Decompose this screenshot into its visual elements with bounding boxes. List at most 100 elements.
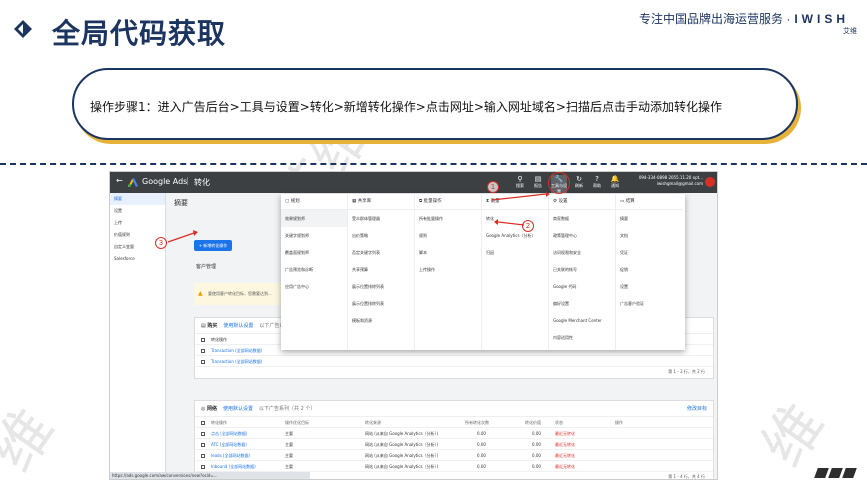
google-ads-logo-icon <box>128 178 138 187</box>
checkbox[interactable] <box>201 465 205 469</box>
menu-column-bulk-actions: ⧉ 批量操作 所有批量操作 规则 脚本 上传操作 <box>415 194 482 350</box>
back-arrow-icon[interactable]: ← <box>116 176 123 185</box>
account-info[interactable]: 094-334-0898 2055.11.20 opt... iwishgmail… <box>639 175 703 187</box>
summary-heading: 摘要 <box>174 199 188 207</box>
menu-header: ⚙ 设置 <box>549 194 615 210</box>
menu-item[interactable]: 内容适用性 <box>549 329 615 346</box>
sidebar-item-uploads[interactable]: 上传 <box>110 217 165 229</box>
default-settings-link[interactable]: 使用默认设置 <box>223 323 253 329</box>
ads-topbar: ← Google Ads | 转化 ⚲ 搜索 ▤ 报告 🔧 工具与设置 ↻ 刷新 ? 帮助… <box>110 172 717 195</box>
google-ads-screenshot: ← Google Ads | 转化 ⚲ 搜索 ▤ 报告 🔧 工具与设置 ↻ 刷新 ? 帮助… <box>109 171 718 480</box>
arrow-icon <box>494 219 524 226</box>
menu-item[interactable]: 商家数据 <box>549 210 615 227</box>
tools-settings-menu: ▢ 规划 效果规划师 关键字规划师 覆盖面规划师 广告预览和诊断 应用广告中心 … <box>281 194 685 350</box>
table-row[interactable]: ATC (全部网站数据) 主要 网站 (从来自 Google Analytics（分… <box>195 439 713 450</box>
menu-header: ⧉ 批量操作 <box>415 194 481 210</box>
menu-item[interactable]: 促销 <box>616 261 683 278</box>
checkbox[interactable] <box>201 349 205 353</box>
brand-prefix: 专注中国品牌出海运营服务 · <box>638 12 791 26</box>
menu-item[interactable]: 广告客户验证 <box>616 295 683 312</box>
menu-item[interactable]: 偏好设置 <box>549 295 615 312</box>
checkbox[interactable] <box>201 360 205 364</box>
watermark-text: 维 <box>0 396 68 484</box>
current-page-name: 转化 <box>194 178 210 187</box>
menu-item[interactable]: 摘要 <box>616 210 683 227</box>
status-url-bar: https://ads.google.com/aw/conversions/ne… <box>110 472 310 479</box>
pager: 第 1 - 2 行，共 2 行 <box>668 369 705 374</box>
table-row[interactable]: Inbound (全部网站数据) 主要 网站 (从来自 Google Analyti… <box>195 461 713 472</box>
menu-item[interactable]: 应用广告中心 <box>281 278 347 295</box>
menu-item[interactable]: 受众群体管理器 <box>348 210 414 227</box>
footer-decoration <box>814 468 857 478</box>
warning-icon: ▲ <box>198 290 203 297</box>
page-title: 全局代码获取 <box>52 17 227 50</box>
pager: 第 1 - 4 行，共 4 行 <box>668 474 705 479</box>
menu-item[interactable]: 效果规划师 <box>281 210 347 227</box>
menu-item[interactable]: 共享预算 <box>348 261 414 278</box>
ads-sidebar: 摘要 设置 上传 价值规则 自定义变量 Salesforce <box>110 193 166 479</box>
reports-icon[interactable]: ▤ 报告 <box>530 175 546 189</box>
menu-item[interactable]: 出价策略 <box>348 227 414 244</box>
menu-item[interactable]: 脚本 <box>415 244 481 261</box>
account-manager-link[interactable]: 客户管理 <box>196 263 216 270</box>
table-row[interactable]: Transaction (全部网站数据) <box>195 356 713 367</box>
menu-item[interactable]: 上传操作 <box>415 261 481 278</box>
arrow-icon <box>491 192 550 201</box>
menu-column-measurement: ⧗ 衡量 转化 Google Analytics（分析） 归因 <box>482 194 549 350</box>
menu-item[interactable]: 设置 <box>616 278 683 295</box>
diamond-arrow-icon <box>14 20 32 38</box>
menu-item[interactable]: 规则 <box>415 227 481 244</box>
menu-item[interactable]: 覆盖面规划师 <box>281 244 347 261</box>
menu-header: ▦ 共享库 <box>348 194 414 210</box>
menu-item[interactable]: Google Analytics（分析） <box>482 227 548 244</box>
menu-item[interactable]: 广告预览和诊断 <box>281 261 347 278</box>
brand-sub: 艾维 <box>843 27 857 35</box>
menu-item[interactable]: 模板和资源 <box>348 312 414 329</box>
menu-item[interactable]: 否定关键字列表 <box>348 244 414 261</box>
web-card: ◎ 网络 使用默认设置 以下广告系列（共 2 个） 修改目标 转化操作 操作优化目标 … <box>194 400 714 479</box>
card-header: ◎ 网络 使用默认设置 以下广告系列（共 2 个） 修改目标 <box>195 401 713 417</box>
edit-goal-link[interactable]: 修改目标 <box>687 405 707 412</box>
help-icon[interactable]: ? 帮助 <box>589 175 605 189</box>
sidebar-item-salesforce[interactable]: Salesforce <box>110 253 165 264</box>
dashed-divider <box>0 163 867 165</box>
table-row[interactable]: leads (全部网站数据) 主要 网站 (从来自 Google Analytics… <box>195 450 713 461</box>
checkbox[interactable] <box>201 443 205 447</box>
sidebar-item-settings[interactable]: 设置 <box>110 205 165 217</box>
menu-column-setup: ⚙ 设置 商家数据 政策管理中心 访问权限和安全 已关联的帐号 Google 代… <box>549 194 616 350</box>
watermark-text: 维 <box>748 391 838 479</box>
product-name: Google Ads <box>142 177 188 186</box>
menu-header: ▢ 规划 <box>281 194 347 210</box>
default-settings-link[interactable]: 使用默认设置 <box>223 406 253 412</box>
menu-column-billing: ▭ 结算 摘要 文档 凭证 促销 设置 广告客户验证 <box>616 194 683 350</box>
menu-item[interactable]: 政策管理中心 <box>549 227 615 244</box>
search-icon[interactable]: ⚲ 搜索 <box>512 175 528 189</box>
checkbox[interactable] <box>201 454 205 458</box>
menu-item[interactable]: Google Merchant Center <box>549 312 615 329</box>
menu-item[interactable]: 已关联的帐号 <box>549 261 615 278</box>
notifications-icon[interactable]: 🔔 通知 <box>607 175 623 189</box>
menu-header: ▭ 结算 <box>616 194 683 210</box>
menu-item[interactable]: 访问权限和安全 <box>549 244 615 261</box>
sidebar-item-summary[interactable]: 摘要 <box>110 193 165 205</box>
menu-item[interactable]: 展示位置排除列表 <box>348 295 414 312</box>
checkbox[interactable] <box>201 338 205 342</box>
menu-item[interactable]: 关键字规划师 <box>281 227 347 244</box>
menu-item[interactable]: 所有批量操作 <box>415 210 481 227</box>
menu-item[interactable]: Google 代码 <box>549 278 615 295</box>
avatar[interactable] <box>705 177 715 187</box>
menu-item[interactable]: 凭证 <box>616 244 683 261</box>
table-header: 转化操作 操作优化目标 转化来源 所有转化次数 转化价值 状态 操作 <box>195 417 713 428</box>
menu-item[interactable]: 归因 <box>482 244 548 261</box>
menu-item[interactable]: 展示位置排除列表 <box>348 278 414 295</box>
arrow-icon <box>167 230 198 243</box>
menu-item[interactable]: 文档 <box>616 227 683 244</box>
refresh-icon[interactable]: ↻ 刷新 <box>571 175 587 189</box>
steps-text: 操作步骤1：进入广告后台>工具与设置>转化>新增转化操作>点击网址>输入网址域名… <box>90 100 722 114</box>
brand-name: IWISH <box>794 12 849 26</box>
checkbox[interactable] <box>201 432 205 436</box>
steps-box: 操作步骤1：进入广告后台>工具与设置>转化>新增转化操作>点击网址>输入网址域名… <box>72 68 798 140</box>
new-conversion-action-button[interactable]: + 新增转化操作 <box>194 240 232 251</box>
checkbox[interactable] <box>201 421 205 425</box>
table-row[interactable]: 点击 (全部网站数据) 主要 网站 (从来自 Google Analytics（分析… <box>195 428 713 439</box>
